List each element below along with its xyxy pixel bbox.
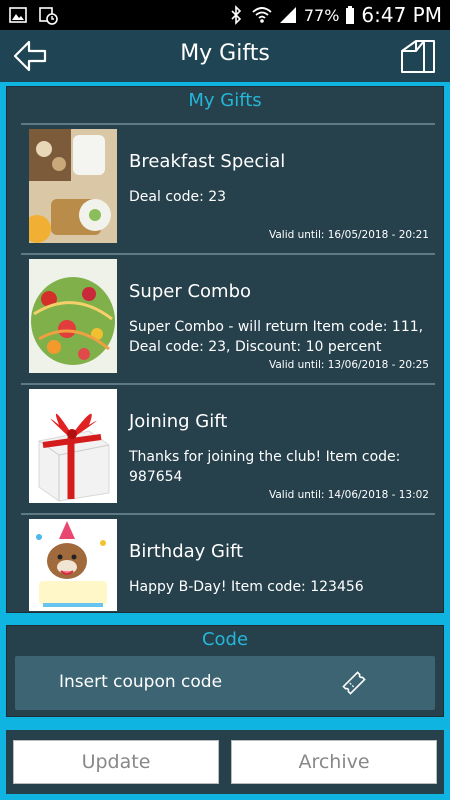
archive-button[interactable]: Archive [231, 740, 437, 784]
wifi-icon [252, 7, 272, 23]
bluetooth-icon [231, 5, 241, 25]
coupon-code-input[interactable]: Insert coupon code [15, 656, 435, 710]
action-bar: Update Archive [6, 730, 444, 794]
salad-image [29, 259, 117, 373]
page-title: My Gifts [180, 41, 270, 66]
gift-name: Super Combo [129, 281, 252, 302]
code-panel: Code Insert coupon code [6, 625, 444, 717]
status-bar: 77% 6:47 PM [0, 0, 450, 30]
signal-icon [279, 7, 296, 23]
gifts-panel: My Gifts Breakfast Special Deal code: 23… [6, 86, 444, 613]
gift-name: Joining Gift [129, 411, 228, 432]
app-header: My Gifts [0, 30, 450, 82]
gift-description: Deal code: 23 [129, 189, 227, 205]
coupon-placeholder: Insert coupon code [59, 672, 223, 692]
update-button[interactable]: Update [13, 740, 219, 784]
gift-valid-until: Valid until: 16/05/2018 - 20:21 [268, 229, 429, 241]
gift-box-image [29, 389, 117, 503]
birthday-image [29, 519, 117, 611]
gift-description: Super Combo - will return Item code: 111… [129, 319, 424, 355]
clock: 6:47 PM [361, 3, 442, 27]
code-section-title: Code [201, 629, 249, 650]
calendar-clock-icon [39, 7, 58, 25]
ticket-icon[interactable] [341, 670, 367, 696]
gallery-icon [9, 7, 27, 23]
gift-description: Happy B-Day! Item code: 123456 [129, 579, 364, 595]
gifts-list[interactable]: Breakfast Special Deal code: 23 Valid un… [21, 123, 435, 611]
gifts-section-title: My Gifts [188, 90, 262, 111]
list-item[interactable]: Breakfast Special Deal code: 23 Valid un… [21, 123, 435, 249]
list-item[interactable]: Joining Gift Thanks for joining the club… [21, 383, 435, 509]
gift-name: Birthday Gift [129, 541, 244, 562]
list-item[interactable]: Super Combo Super Combo - will return It… [21, 253, 435, 379]
gift-description: Thanks for joining the club! Item code: … [129, 449, 401, 485]
home-icon [401, 40, 435, 73]
list-item[interactable]: Birthday Gift Happy B-Day! Item code: 12… [21, 513, 435, 611]
battery-level: 77% [303, 5, 340, 25]
gift-valid-until: Valid until: 14/06/2018 - 13:02 [268, 489, 429, 501]
battery-icon [346, 6, 355, 24]
gift-valid-until: Valid until: 13/06/2018 - 20:25 [268, 359, 429, 371]
home-button[interactable] [398, 36, 438, 76]
breakfast-image [29, 129, 117, 243]
gift-name: Breakfast Special [129, 151, 286, 172]
